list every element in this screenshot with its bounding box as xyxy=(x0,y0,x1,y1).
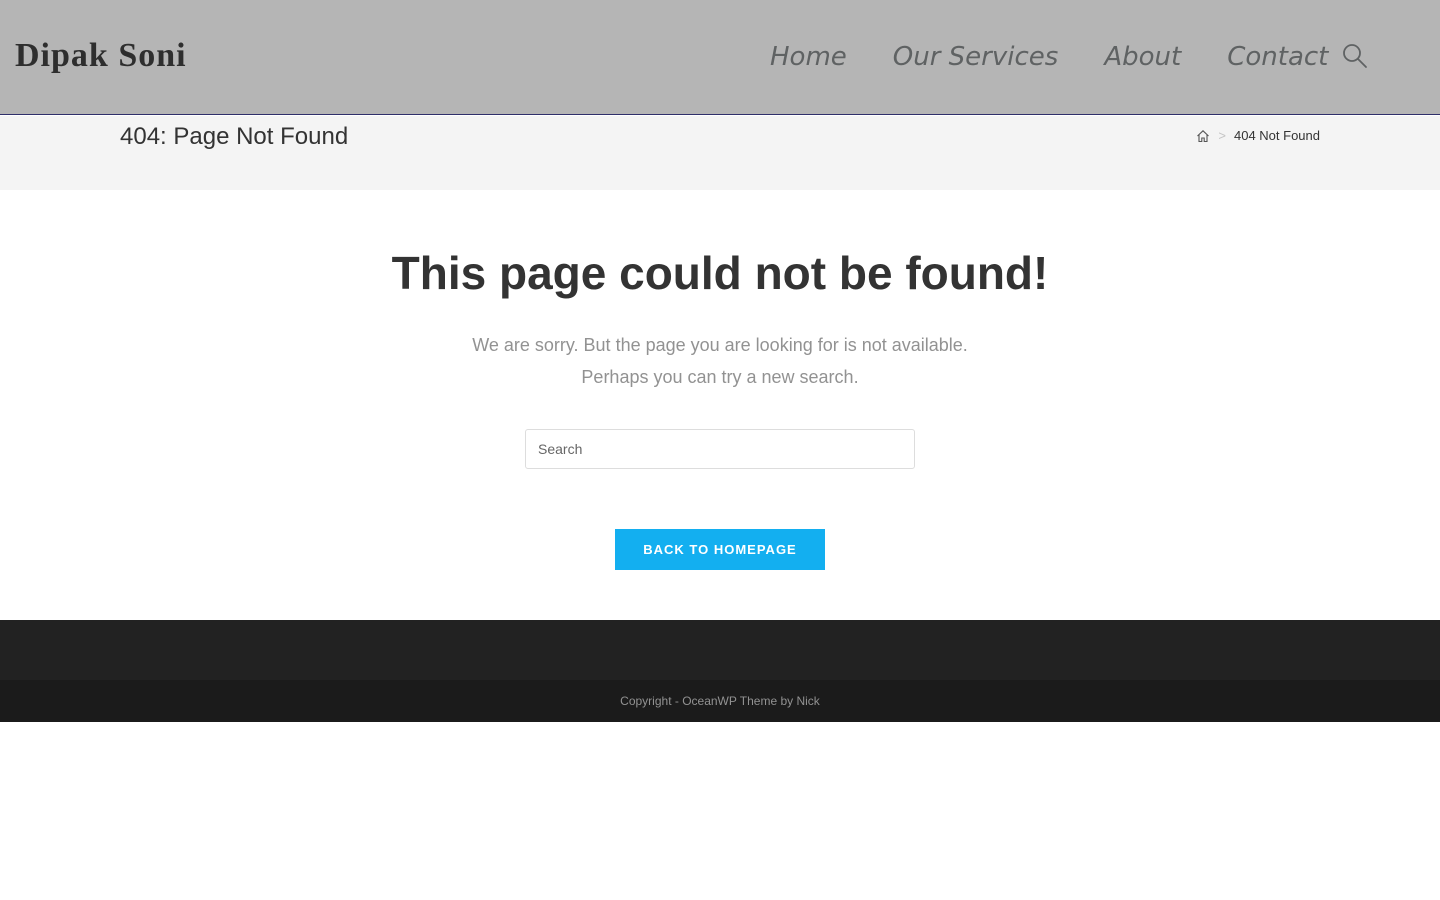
breadcrumb-current: 404 Not Found xyxy=(1233,128,1320,143)
page-title: 404: Page Not Found xyxy=(120,123,349,150)
page-header: 404: Page Not Found > 404 Not Found xyxy=(0,116,1440,190)
site-logo[interactable]: Dipak Soni xyxy=(15,35,187,77)
home-icon[interactable] xyxy=(1196,129,1210,143)
error-heading: This page could not be found! xyxy=(391,247,1049,299)
nav-item-our-services[interactable]: Our Services xyxy=(893,37,1059,77)
main-nav: Home Our Services About Contact xyxy=(770,37,1374,77)
site-header: Dipak Soni Home Our Services About Conta… xyxy=(0,0,1440,115)
nav-item-contact[interactable]: Contact xyxy=(1227,37,1328,77)
search-icon[interactable] xyxy=(1341,42,1369,70)
nav-item-home[interactable]: Home xyxy=(770,37,847,77)
search-input[interactable] xyxy=(525,429,915,469)
footer-widgets xyxy=(0,620,1440,680)
breadcrumb-separator: > xyxy=(1218,128,1226,143)
breadcrumb: > 404 Not Found xyxy=(1196,127,1320,145)
error-message: We are sorry. But the page you are looki… xyxy=(0,329,1440,393)
error-message-line-1: We are sorry. But the page you are looki… xyxy=(472,335,968,355)
main-content: This page could not be found! We are sor… xyxy=(0,190,1440,620)
back-to-homepage-button[interactable]: Back To Homepage xyxy=(615,529,825,570)
copyright-text: Copyright - OceanWP Theme by Nick xyxy=(620,694,820,708)
footer-bottom: Copyright - OceanWP Theme by Nick xyxy=(0,680,1440,722)
error-message-line-2: Perhaps you can try a new search. xyxy=(581,367,859,387)
nav-item-about[interactable]: About xyxy=(1104,37,1181,77)
